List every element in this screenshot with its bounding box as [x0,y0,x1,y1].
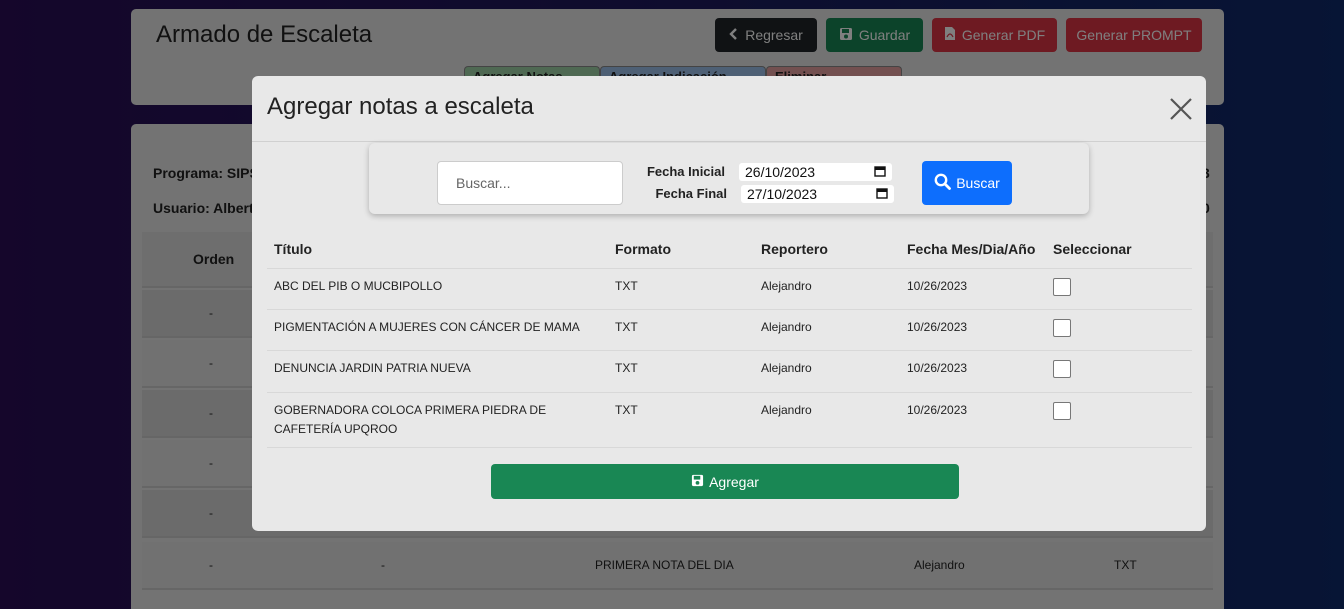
floppy-disk-icon [691,474,704,490]
magnifier-icon [934,173,952,193]
add-button-label: Agregar [709,473,759,490]
add-button[interactable]: Agregar [491,464,959,499]
table-row: DENUNCIA JARDIN PATRIA NUEVA TXT Alejand… [267,350,1192,392]
table-row: ABC DEL PIB O MUCBIPOLLO TXT Alejandro 1… [267,268,1192,309]
fecha-final-input[interactable]: 27/10/2023 [741,185,894,203]
modal-title: Agregar notas a escaleta [267,93,534,120]
table-row: GOBERNADORA COLOCA PRIMERA PIEDRA DE CAF… [267,392,1192,448]
select-checkbox[interactable] [1053,402,1071,420]
select-checkbox[interactable] [1053,319,1071,337]
search-input[interactable] [437,161,623,205]
select-checkbox[interactable] [1053,278,1071,296]
fecha-inicial-label: Fecha Inicial [646,164,725,179]
col-fecha: Fecha Mes/Dia/Año [907,241,1036,257]
fecha-final-label: Fecha Final [655,186,727,201]
col-formato: Formato [615,241,671,257]
search-button-label: Buscar [956,175,1000,191]
col-reportero: Reportero [761,241,828,257]
col-seleccionar: Seleccionar [1053,241,1132,257]
calendar-icon[interactable] [874,164,886,180]
search-button[interactable]: Buscar [922,161,1012,205]
search-filter-panel: Fecha Inicial 26/10/2023 Fecha Final 27/… [369,143,1089,214]
col-titulo: Título [274,241,313,257]
add-notes-modal: Agregar notas a escaleta Fecha Inicial 2… [252,76,1206,531]
table-row: PIGMENTACIÓN A MUJERES CON CÁNCER DE MAM… [267,309,1192,350]
fecha-inicial-input[interactable]: 26/10/2023 [739,163,892,181]
close-icon[interactable] [1168,96,1194,122]
select-checkbox[interactable] [1053,360,1071,378]
modal-header: Agregar notas a escaleta [252,76,1206,142]
calendar-icon[interactable] [876,186,888,202]
